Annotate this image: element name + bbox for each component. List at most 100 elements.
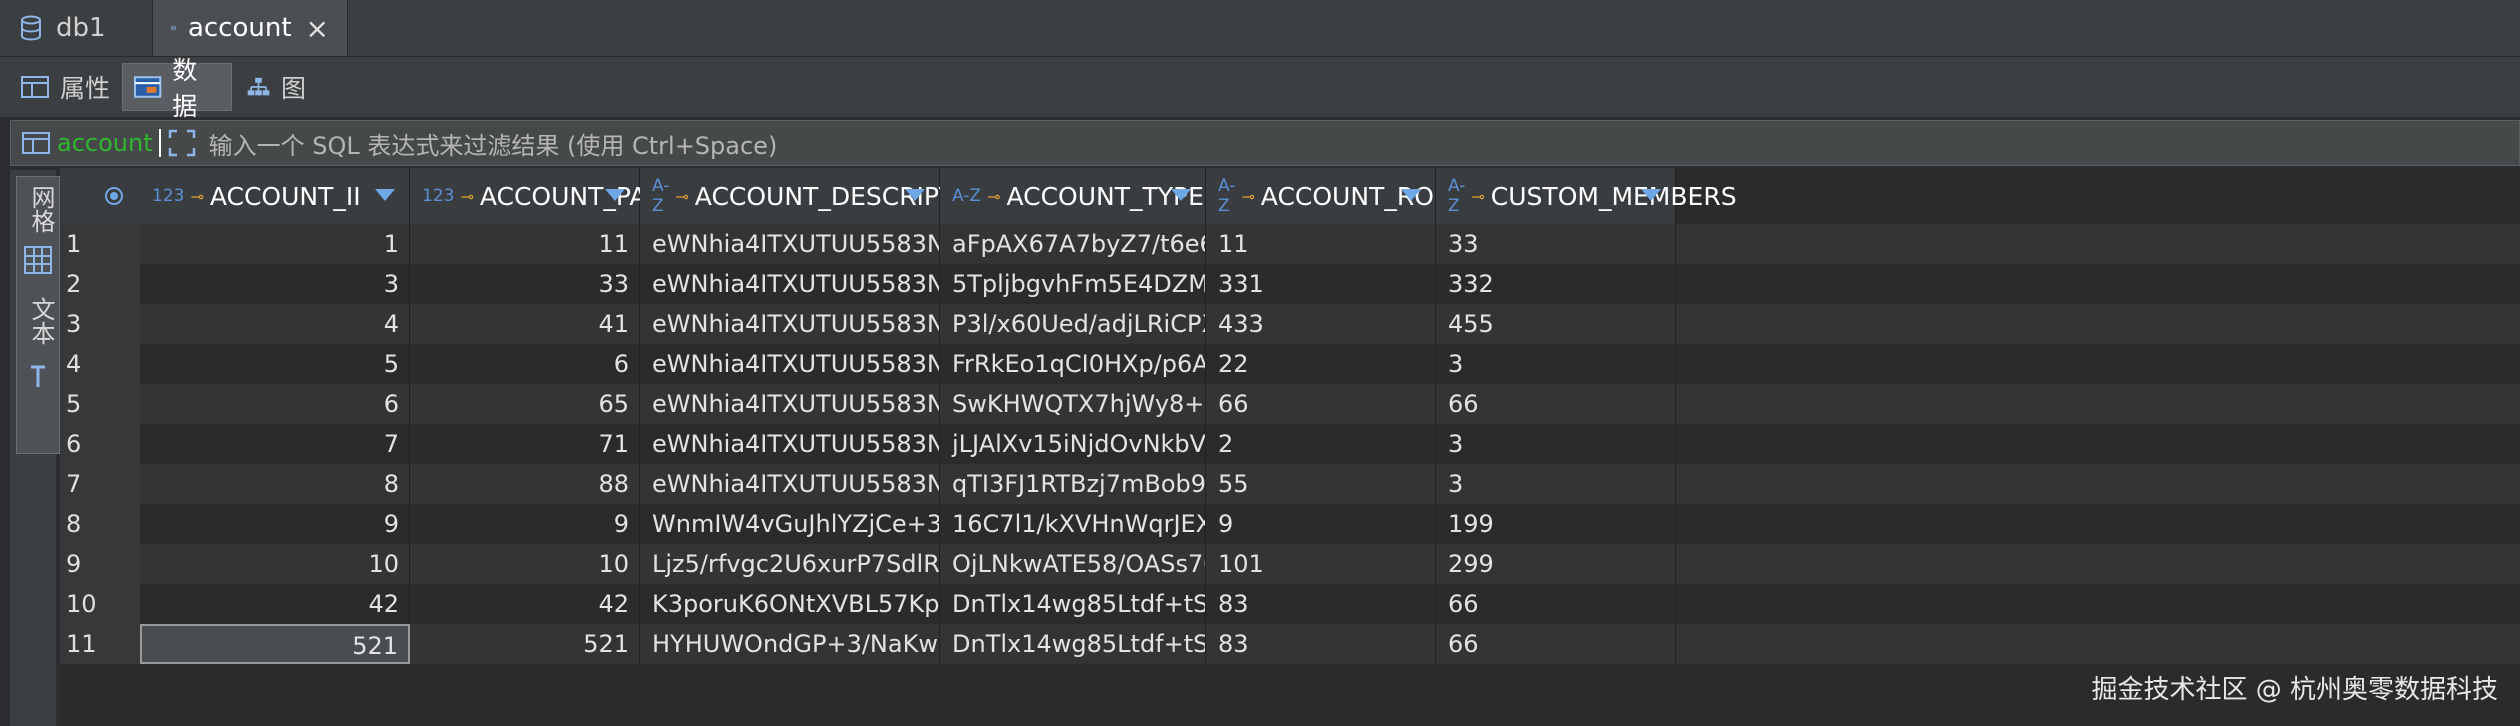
table-row[interactable]: 2333eWNhia4ITXUTUU5583NGRvGAjyl=5Tpljbgv… (60, 264, 2520, 304)
table-cell[interactable]: 83 (1206, 584, 1436, 624)
table-cell[interactable]: 199 (1436, 504, 1676, 544)
row-number[interactable]: 8 (60, 504, 140, 544)
table-row[interactable]: 3441eWNhia4ITXUTUU5583NGRvGAjyl=P3l/x60U… (60, 304, 2520, 344)
table-cell[interactable]: eWNhia4ITXUTUU5583NGRvGAjyl= (640, 224, 940, 264)
tab-diagram[interactable]: 图 (236, 63, 316, 111)
table-cell[interactable]: FrRkEo1qCI0HXp/p6AXHGw== (940, 344, 1206, 384)
table-cell[interactable]: 88 (410, 464, 640, 504)
table-cell[interactable]: 66 (1436, 624, 1676, 664)
table-cell[interactable]: 11 (410, 224, 640, 264)
tab-properties[interactable]: 属性 (10, 63, 120, 111)
row-number[interactable]: 7 (60, 464, 140, 504)
table-cell[interactable]: 2 (1206, 424, 1436, 464)
close-icon[interactable]: × (306, 12, 329, 45)
row-number[interactable]: 4 (60, 344, 140, 384)
row-number[interactable]: 2 (60, 264, 140, 304)
table-cell[interactable]: 433 (1206, 304, 1436, 344)
table-cell[interactable]: 6 (410, 344, 640, 384)
table-cell[interactable]: WnmIW4vGuJhlYZjCe+3yx6f81to= (640, 504, 940, 544)
column-header[interactable]: 123 ⊸ ACCOUNT_PARENT (410, 168, 714, 224)
table-cell[interactable]: 65 (410, 384, 640, 424)
table-cell[interactable]: 33 (1436, 224, 1676, 264)
table-cell[interactable]: jLJAlXv15iNjdOvNkbV75A== (940, 424, 1206, 464)
row-number[interactable]: 9 (60, 544, 140, 584)
column-header[interactable]: A-Z ⊸ ACCOUNT_DESCRIPTION (640, 168, 1000, 224)
table-cell[interactable]: 33 (410, 264, 640, 304)
table-row[interactable]: 456eWNhia4ITXUTUU5583NGRvGAjyl=FrRkEo1qC… (60, 344, 2520, 384)
sort-chevron-down-icon[interactable] (1171, 189, 1191, 201)
sort-chevron-down-icon[interactable] (375, 189, 395, 201)
row-number[interactable]: 6 (60, 424, 140, 464)
table-cell[interactable]: 3 (1436, 464, 1676, 504)
table-cell[interactable]: 7 (140, 424, 410, 464)
row-number[interactable]: 3 (60, 304, 140, 344)
table-cell[interactable]: 9 (1206, 504, 1436, 544)
table-cell[interactable]: 101 (1206, 544, 1436, 584)
tab-account[interactable]: account × (152, 0, 348, 56)
table-cell[interactable]: qTI3FJ1RTBzj7mBob9D+2w== (940, 464, 1206, 504)
tab-data[interactable]: 数据 (122, 56, 232, 121)
sort-chevron-down-icon[interactable] (1401, 189, 1421, 201)
row-number[interactable]: 10 (60, 584, 140, 624)
table-cell[interactable]: K3poruK6ONtXVBL57KpT8TjDKMI= (640, 584, 940, 624)
table-cell[interactable]: 10 (140, 544, 410, 584)
table-cell[interactable]: 66 (1436, 384, 1676, 424)
table-cell[interactable]: DnTlx14wg85Ltdf+tSqNrQ== (940, 584, 1206, 624)
table-cell[interactable]: HYHUWOndGP+3/NaKwRVcoIZ3VpY= (640, 624, 940, 664)
table-cell[interactable]: 66 (1206, 384, 1436, 424)
table-cell[interactable]: 455 (1436, 304, 1676, 344)
table-row[interactable]: 6771eWNhia4ITXUTUU5583NGRvGAjyl=jLJAlXv1… (60, 424, 2520, 464)
column-header[interactable]: A-Z ⊸ CUSTOM_MEMBERS (1436, 168, 1737, 224)
table-row[interactable]: 104242K3poruK6ONtXVBL57KpT8TjDKMI=DnTlx1… (60, 584, 2520, 624)
table-row[interactable]: 5665eWNhia4ITXUTUU5583NGRvGAjyl=SwKHWQTX… (60, 384, 2520, 424)
table-cell[interactable]: aFpAX67A7byZ7/t6e6bwig== (940, 224, 1206, 264)
table-cell[interactable]: 5TpljbgvhFm5E4DZM7Fg3A== (940, 264, 1206, 304)
table-cell[interactable]: 521 (410, 624, 640, 664)
table-cell[interactable]: 332 (1436, 264, 1676, 304)
table-cell[interactable]: 4 (140, 304, 410, 344)
column-header[interactable]: A-Z ⊸ ACCOUNT_TYPE (940, 168, 1206, 224)
table-cell[interactable]: DnTlx14wg85Ltdf+tSqNrQ== (940, 624, 1206, 664)
table-row[interactable]: 91010Ljz5/rfvgc2U6xurP7SdlROlo04=OjLNkwA… (60, 544, 2520, 584)
table-cell[interactable]: 55 (1206, 464, 1436, 504)
table-cell[interactable]: 3 (1436, 344, 1676, 384)
table-cell[interactable]: 3 (140, 264, 410, 304)
row-number-header[interactable] (60, 168, 140, 224)
table-row[interactable]: 899WnmIW4vGuJhlYZjCe+3yx6f81to=16C7l1/kX… (60, 504, 2520, 544)
table-cell[interactable]: 9 (410, 504, 640, 544)
table-cell[interactable]: eWNhia4ITXUTUU5583NGRvGAjyl= (640, 424, 940, 464)
table-cell[interactable]: SwKHWQTX7hjWy8+Dx/wyUQ== (940, 384, 1206, 424)
table-cell[interactable]: 71 (410, 424, 640, 464)
table-row[interactable]: 11521521HYHUWOndGP+3/NaKwRVcoIZ3VpY=DnTl… (60, 624, 2520, 664)
table-cell[interactable]: 8 (140, 464, 410, 504)
text-mode-label[interactable]: 文本 (25, 297, 55, 345)
table-cell[interactable]: 5 (140, 344, 410, 384)
table-row[interactable]: 7888eWNhia4ITXUTUU5583NGRvGAjyl=qTI3FJ1R… (60, 464, 2520, 504)
expand-icon[interactable] (167, 128, 197, 158)
table-cell[interactable]: 11 (1206, 224, 1436, 264)
table-cell[interactable]: 16C7l1/kXVHnWqrJEX7BXQ== (940, 504, 1206, 544)
table-cell[interactable]: 331 (1206, 264, 1436, 304)
table-cell[interactable]: 41 (410, 304, 640, 344)
table-cell[interactable]: 83 (1206, 624, 1436, 664)
table-cell[interactable]: eWNhia4ITXUTUU5583NGRvGAjyl= (640, 464, 940, 504)
filter-input[interactable]: 输入一个 SQL 表达式来过滤结果 (使用 Ctrl+Space) (209, 126, 778, 161)
table-cell[interactable]: 42 (410, 584, 640, 624)
tab-db1[interactable]: db1 (0, 0, 150, 56)
sort-chevron-down-icon[interactable] (905, 189, 925, 201)
table-cell[interactable]: eWNhia4ITXUTUU5583NGRvGAjyl= (640, 344, 940, 384)
table-cell[interactable]: 42 (140, 584, 410, 624)
table-cell[interactable]: OjLNkwATE58/OASs7Q5YdA== (940, 544, 1206, 584)
table-cell[interactable]: 66 (1436, 584, 1676, 624)
column-header[interactable]: 123 ⊸ ACCOUNT_II (140, 168, 410, 224)
table-cell[interactable]: P3l/x60Ued/adjLRiCPXTg== (940, 304, 1206, 344)
table-cell[interactable]: 3 (1436, 424, 1676, 464)
table-cell[interactable]: 9 (140, 504, 410, 544)
table-cell[interactable]: eWNhia4ITXUTUU5583NGRvGAjyl= (640, 304, 940, 344)
table-cell[interactable]: Ljz5/rfvgc2U6xurP7SdlROlo04= (640, 544, 940, 584)
grid-mode-button[interactable]: 网格 文本 (16, 176, 60, 454)
table-cell[interactable]: eWNhia4ITXUTUU5583NGRvGAjyl= (640, 264, 940, 304)
sort-chevron-down-icon[interactable] (605, 189, 625, 201)
table-cell[interactable]: eWNhia4ITXUTUU5583NGRvGAjyl= (640, 384, 940, 424)
table-cell[interactable]: 521 (140, 624, 410, 664)
